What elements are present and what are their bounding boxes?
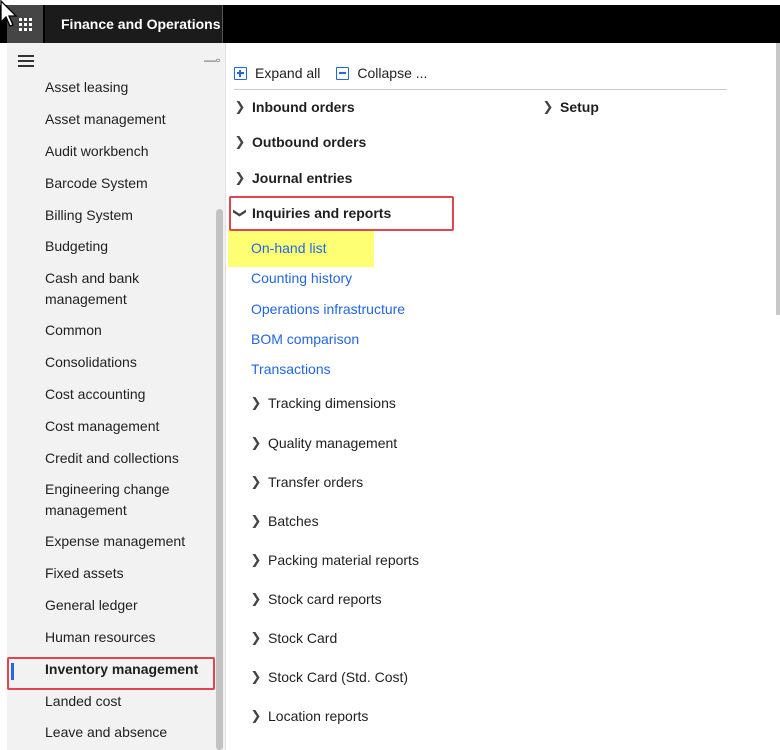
chevron-right-icon: ❯ bbox=[250, 474, 262, 489]
subgroup-label: Quality management bbox=[268, 435, 398, 451]
link-on-hand-list[interactable]: On-hand list bbox=[251, 240, 326, 256]
nav-item-engineering-change-management[interactable]: Engineering change management bbox=[7, 479, 212, 521]
pin-icon[interactable]: ―▫ bbox=[204, 53, 220, 67]
subgroup-label: Tracking dimensions bbox=[268, 395, 396, 411]
link-transactions[interactable]: Transactions bbox=[251, 361, 331, 377]
nav-item-billing-system[interactable]: Billing System bbox=[7, 205, 212, 226]
module-list: Asset leasing Asset management Audit wor… bbox=[7, 77, 212, 750]
subgroup-label: Location reports bbox=[268, 708, 369, 724]
nav-item-general-ledger[interactable]: General ledger bbox=[7, 595, 212, 616]
app-title[interactable]: Finance and Operations bbox=[45, 5, 223, 43]
subgroup-packing-material-reports[interactable]: ❯ Packing material reports bbox=[250, 552, 419, 568]
nav-item-cost-management[interactable]: Cost management bbox=[7, 416, 212, 437]
subgroup-stock-card-reports[interactable]: ❯ Stock card reports bbox=[250, 591, 382, 607]
subgroup-label: Stock Card (Std. Cost) bbox=[268, 669, 409, 685]
nav-item-audit-workbench[interactable]: Audit workbench bbox=[7, 141, 212, 162]
group-journal-entries[interactable]: ❯ Journal entries bbox=[234, 170, 353, 186]
collapse-all-label: Collapse ... bbox=[357, 65, 428, 81]
subgroup-location-reports[interactable]: ❯ Location reports bbox=[250, 708, 369, 724]
group-label: Setup bbox=[560, 99, 599, 115]
toolbar: Expand all Collapse ... bbox=[234, 63, 443, 83]
annotation-box-inventory-management bbox=[7, 657, 215, 690]
nav-item-cost-accounting[interactable]: Cost accounting bbox=[7, 384, 212, 405]
nav-item-expense-management[interactable]: Expense management bbox=[7, 531, 212, 552]
nav-item-common[interactable]: Common bbox=[7, 320, 212, 341]
group-inbound-orders[interactable]: ❯ Inbound orders bbox=[234, 99, 355, 115]
expand-all-label: Expand all bbox=[255, 65, 321, 81]
link-counting-history[interactable]: Counting history bbox=[251, 270, 352, 286]
nav-item-human-resources[interactable]: Human resources bbox=[7, 627, 212, 648]
mouse-cursor-icon bbox=[0, 0, 18, 27]
workspace-content: Expand all Collapse ... ❯ Inbound orders… bbox=[228, 43, 780, 750]
subgroup-quality-management[interactable]: ❯ Quality management bbox=[250, 435, 398, 451]
nav-item-landed-cost[interactable]: Landed cost bbox=[7, 691, 212, 712]
navigation-pane: ―▫ Asset leasing Asset management Audit … bbox=[7, 43, 226, 750]
link-bom-comparison[interactable]: BOM comparison bbox=[251, 331, 359, 347]
collapse-all-button[interactable]: Collapse ... bbox=[336, 65, 427, 81]
hamburger-menu-icon[interactable] bbox=[18, 55, 34, 70]
chevron-right-icon: ❯ bbox=[250, 630, 262, 645]
subgroup-label: Packing material reports bbox=[268, 552, 419, 568]
nav-item-credit-and-collections[interactable]: Credit and collections bbox=[7, 448, 212, 469]
group-label: Journal entries bbox=[252, 170, 353, 186]
subgroup-stock-card-std-cost[interactable]: ❯ Stock Card (Std. Cost) bbox=[250, 669, 409, 685]
chevron-right-icon: ❯ bbox=[234, 170, 246, 185]
subgroup-label: Batches bbox=[268, 513, 319, 529]
toolbar-divider bbox=[234, 89, 727, 90]
chevron-right-icon: ❯ bbox=[250, 513, 262, 528]
subgroup-label: Stock card reports bbox=[268, 591, 382, 607]
nav-item-asset-leasing[interactable]: Asset leasing bbox=[7, 77, 212, 98]
waffle-icon bbox=[18, 17, 32, 31]
chevron-right-icon: ❯ bbox=[250, 435, 262, 450]
chevron-right-icon: ❯ bbox=[250, 669, 262, 684]
nav-item-asset-management[interactable]: Asset management bbox=[7, 109, 212, 130]
subgroup-label: Stock Card bbox=[268, 630, 338, 646]
chevron-right-icon: ❯ bbox=[234, 99, 246, 114]
chevron-right-icon: ❯ bbox=[250, 552, 262, 567]
subgroup-batches[interactable]: ❯ Batches bbox=[250, 513, 319, 529]
subgroup-tracking-dimensions[interactable]: ❯ Tracking dimensions bbox=[250, 395, 396, 411]
subgroup-label: Transfer orders bbox=[268, 474, 364, 490]
nav-item-fixed-assets[interactable]: Fixed assets bbox=[7, 563, 212, 584]
nav-item-leave-and-absence[interactable]: Leave and absence bbox=[7, 722, 212, 743]
group-label: Outbound orders bbox=[252, 134, 367, 150]
chevron-right-icon: ❯ bbox=[542, 99, 554, 114]
nav-item-consolidations[interactable]: Consolidations bbox=[7, 352, 212, 373]
subgroup-stock-card[interactable]: ❯ Stock Card bbox=[250, 630, 338, 646]
chevron-right-icon: ❯ bbox=[234, 134, 246, 149]
collapse-icon bbox=[336, 66, 350, 80]
chevron-right-icon: ❯ bbox=[250, 395, 262, 410]
link-operations-infrastructure[interactable]: Operations infrastructure bbox=[251, 301, 405, 317]
nav-scrollbar[interactable] bbox=[216, 209, 223, 750]
group-label: Inbound orders bbox=[252, 99, 355, 115]
annotation-box-inquiries bbox=[229, 196, 454, 231]
group-outbound-orders[interactable]: ❯ Outbound orders bbox=[234, 134, 367, 150]
group-setup[interactable]: ❯ Setup bbox=[542, 99, 599, 115]
subgroup-transfer-orders[interactable]: ❯ Transfer orders bbox=[250, 474, 364, 490]
expand-icon bbox=[234, 66, 247, 80]
nav-item-cash-and-bank-management[interactable]: Cash and bank management bbox=[7, 268, 212, 310]
nav-item-budgeting[interactable]: Budgeting bbox=[7, 236, 212, 257]
nav-item-barcode-system[interactable]: Barcode System bbox=[7, 173, 212, 194]
chevron-right-icon: ❯ bbox=[250, 708, 262, 723]
expand-all-button[interactable]: Expand all bbox=[234, 65, 320, 81]
chevron-right-icon: ❯ bbox=[250, 591, 262, 606]
scroll-edge bbox=[776, 43, 780, 315]
